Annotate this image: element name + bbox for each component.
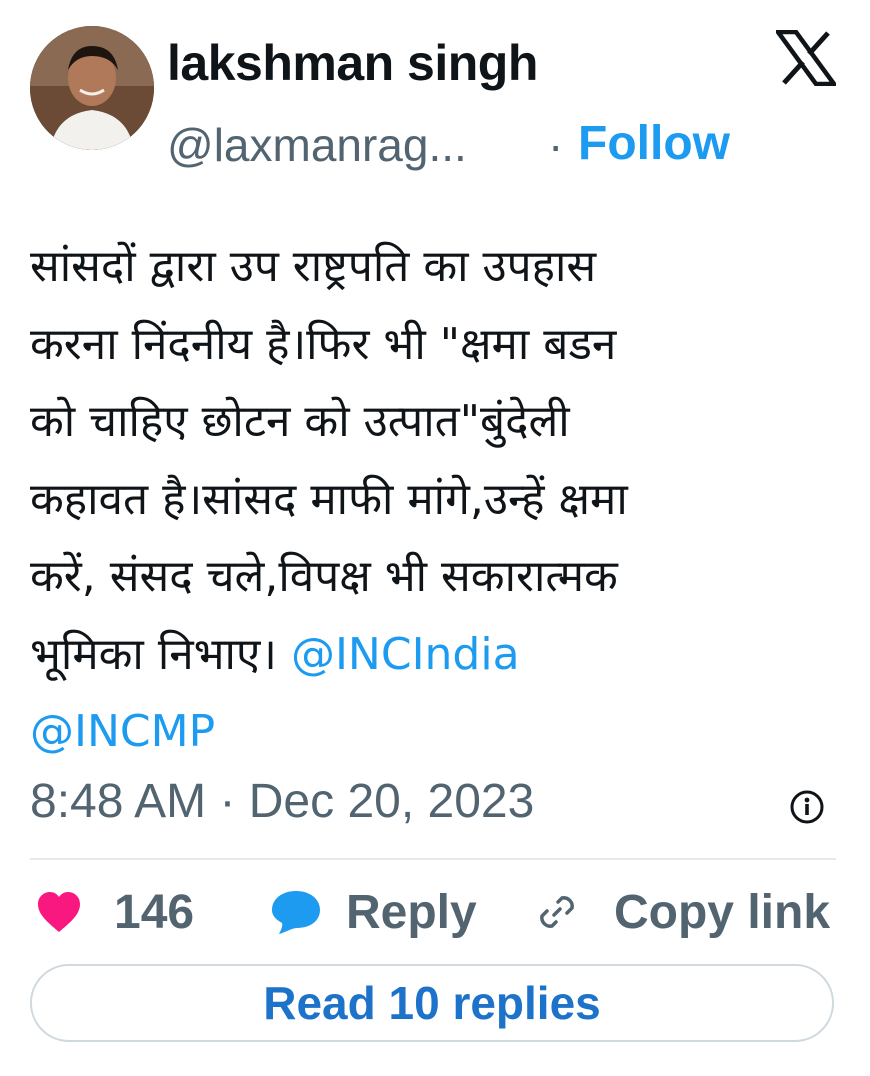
mention-incmp[interactable]: @INCMP <box>30 706 215 757</box>
speech-bubble-icon <box>272 891 320 934</box>
x-logo-icon[interactable] <box>776 30 836 86</box>
reply-label: Reply <box>346 885 477 939</box>
tweet-line: करें, संसद चले,विपक्ष भी सकारात्मक <box>30 551 618 602</box>
tweet-line: करना निंदनीय है।फिर भी "क्षमा बडन <box>30 318 617 370</box>
handle-separator: · <box>548 119 564 171</box>
heart-icon <box>38 892 80 932</box>
reply-button[interactable]: Reply <box>270 882 477 942</box>
tweet-text: सांसदों द्वारा उप राष्ट्रपति का उपहास कर… <box>30 228 830 771</box>
link-icon <box>540 896 574 928</box>
tweet-line: सांसदों द्वारा उप राष्ट्रपति का उपहास <box>30 241 597 292</box>
follow-button[interactable]: Follow <box>578 116 730 171</box>
tweet-timestamp[interactable]: 8:48 AM · Dec 20, 2023 <box>30 774 534 829</box>
tweet-line: भूमिका निभाए। <box>30 628 291 680</box>
info-icon[interactable] <box>789 789 825 825</box>
like-count: 146 <box>114 885 195 939</box>
tweet-card: lakshman singh @laxmanrag... · Follow सा… <box>0 0 870 1076</box>
tweet-line: कहावत है।सांसद माफी मांगे,उन्हें क्षमा <box>30 473 628 525</box>
avatar-image <box>30 26 154 150</box>
copy-link-label: Copy link <box>614 885 831 939</box>
tweet-line: को चाहिए छोटन को उत्पात"बुंदेली <box>30 396 570 447</box>
author-handle[interactable]: @laxmanrag... <box>167 118 467 172</box>
like-button[interactable]: 146 <box>36 882 194 942</box>
author-name[interactable]: lakshman singh <box>167 34 538 92</box>
divider <box>30 858 836 860</box>
mention-incindia[interactable]: @INCIndia <box>291 629 520 680</box>
copy-link-button[interactable]: Copy link <box>536 882 830 942</box>
read-replies-label: Read 10 replies <box>263 977 601 1029</box>
avatar[interactable] <box>30 26 154 150</box>
read-replies-button[interactable]: Read 10 replies <box>30 964 834 1042</box>
